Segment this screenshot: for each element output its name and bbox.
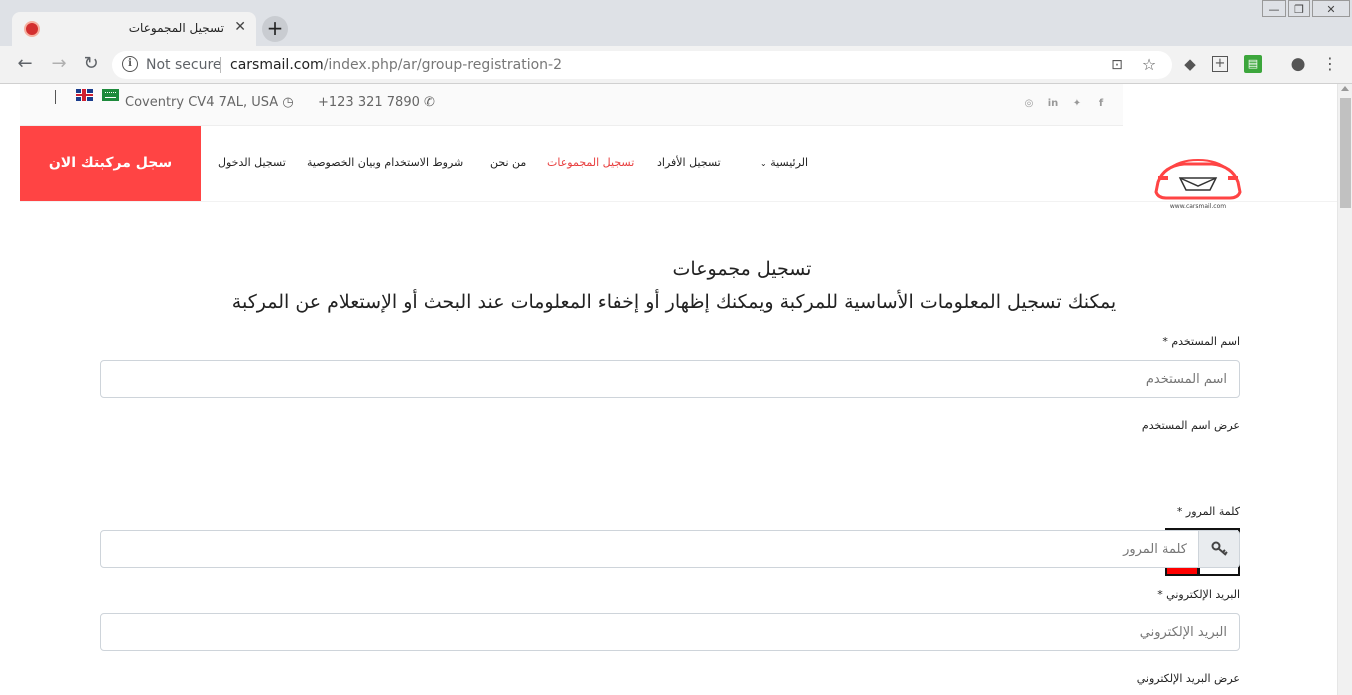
print-extension-icon[interactable]: ▤ <box>1244 55 1262 73</box>
scroll-thumb[interactable] <box>1340 98 1351 208</box>
password-addon <box>1198 531 1239 567</box>
topbar-divider <box>55 90 56 104</box>
eraser-extension-icon[interactable]: ◆ <box>1180 54 1200 74</box>
add-extension-icon[interactable]: + <box>1212 56 1228 72</box>
web-page: Coventry CV4 7AL, USA ◷ +123 321 7890 ✆ … <box>0 84 1337 695</box>
key-icon <box>1211 541 1228 556</box>
translate-icon[interactable]: ⊡ <box>1108 56 1126 74</box>
site-favicon-icon <box>24 21 40 37</box>
password-placeholder: كلمة المرور <box>1123 542 1187 557</box>
back-arrow-icon[interactable]: ← <box>14 54 36 76</box>
top-info-bar: Coventry CV4 7AL, USA ◷ +123 321 7890 ✆ … <box>20 84 1123 126</box>
page-subtitle: يمكنك تسجيل المعلومات الأساسية للمركبة و… <box>231 291 1117 313</box>
username-input[interactable]: اسم المستخدم <box>100 360 1240 398</box>
profile-avatar-icon[interactable]: ● <box>1288 54 1308 74</box>
page-title: تسجيل مجموعات <box>672 258 812 280</box>
carsmail-logo[interactable]: www.carsmail.com <box>1150 156 1246 216</box>
register-vehicle-cta-button[interactable]: سجل مركبتك الان <box>20 126 201 201</box>
url-text[interactable]: carsmail.com/index.php/ar/group-registra… <box>230 57 562 73</box>
password-input[interactable]: كلمة المرور <box>100 530 1240 568</box>
info-icon[interactable]: i <box>122 56 138 72</box>
username-placeholder: اسم المستخدم <box>1145 372 1227 387</box>
linkedin-icon[interactable]: in <box>1046 98 1060 109</box>
browser-toolbar: ← → ↻ i Not secure carsmail.com/index.ph… <box>0 46 1352 84</box>
password-label: كلمة المرور * <box>1176 505 1240 518</box>
forward-arrow-icon[interactable]: → <box>48 54 70 76</box>
new-tab-button[interactable]: + <box>262 16 288 42</box>
contact-phone: +123 321 7890 ✆ <box>318 95 435 110</box>
url-path: /index.php/ar/group-registration-2 <box>323 57 563 73</box>
main-navbar: سجل مركبتك الان الرئيسية ⌄ تسجيل الأفراد… <box>20 126 1337 210</box>
tab-title: تسجيل المجموعات <box>128 21 224 35</box>
tab-close-icon[interactable]: ✕ <box>234 19 246 35</box>
uk-flag-icon[interactable] <box>76 89 93 101</box>
show-username-label: عرض اسم المستخدم <box>1141 419 1240 432</box>
bookmark-star-icon[interactable]: ☆ <box>1140 56 1158 74</box>
email-input[interactable]: البريد الإلكتروني <box>100 613 1240 651</box>
page-scrollbar[interactable] <box>1337 84 1352 695</box>
window-restore-button[interactable]: ❐ <box>1288 0 1310 17</box>
browser-tabstrip: تسجيل المجموعات ✕ + — ❐ ✕ <box>0 0 1352 46</box>
omnibox-divider <box>220 57 221 73</box>
reload-icon[interactable]: ↻ <box>80 54 102 76</box>
twitter-icon[interactable]: ✦ <box>1070 98 1084 109</box>
logo-text: www.carsmail.com <box>1170 203 1226 210</box>
security-status[interactable]: Not secure <box>146 57 222 73</box>
browser-tab[interactable]: تسجيل المجموعات ✕ <box>12 12 256 46</box>
clock-icon: ◷ <box>282 95 294 110</box>
saudi-flag-icon[interactable] <box>102 89 119 101</box>
email-placeholder: البريد الإلكتروني <box>1139 625 1227 640</box>
nav-item-individual-registration[interactable]: تسجيل الأفراد <box>657 156 721 169</box>
facebook-icon[interactable]: f <box>1094 98 1108 109</box>
show-email-label: عرض البريد الإلكتروني <box>1136 672 1240 685</box>
nav-item-about[interactable]: من نحن <box>490 156 526 169</box>
menu-kebab-icon[interactable]: ⋮ <box>1320 54 1340 74</box>
instagram-icon[interactable]: ◎ <box>1022 98 1036 109</box>
window-minimize-button[interactable]: — <box>1262 0 1286 17</box>
scroll-up-arrow-icon[interactable] <box>1341 86 1349 91</box>
nav-item-home[interactable]: الرئيسية ⌄ <box>760 156 808 169</box>
username-label: اسم المستخدم * <box>1162 335 1240 348</box>
chevron-down-icon: ⌄ <box>760 159 767 168</box>
address-bar[interactable]: i Not secure carsmail.com/index.php/ar/g… <box>112 51 1172 79</box>
email-label: البريد الإلكتروني * <box>1157 588 1240 601</box>
nav-item-terms-privacy[interactable]: شروط الاستخدام وبيان الخصوصية <box>307 156 463 169</box>
nav-item-group-registration[interactable]: تسجيل المجموعات <box>547 156 634 169</box>
window-close-button[interactable]: ✕ <box>1312 0 1350 17</box>
phone-icon: ✆ <box>424 95 435 110</box>
nav-item-login[interactable]: تسجيل الدخول <box>218 156 286 169</box>
url-domain: carsmail.com <box>230 57 324 73</box>
contact-address: Coventry CV4 7AL, USA ◷ <box>125 95 294 110</box>
